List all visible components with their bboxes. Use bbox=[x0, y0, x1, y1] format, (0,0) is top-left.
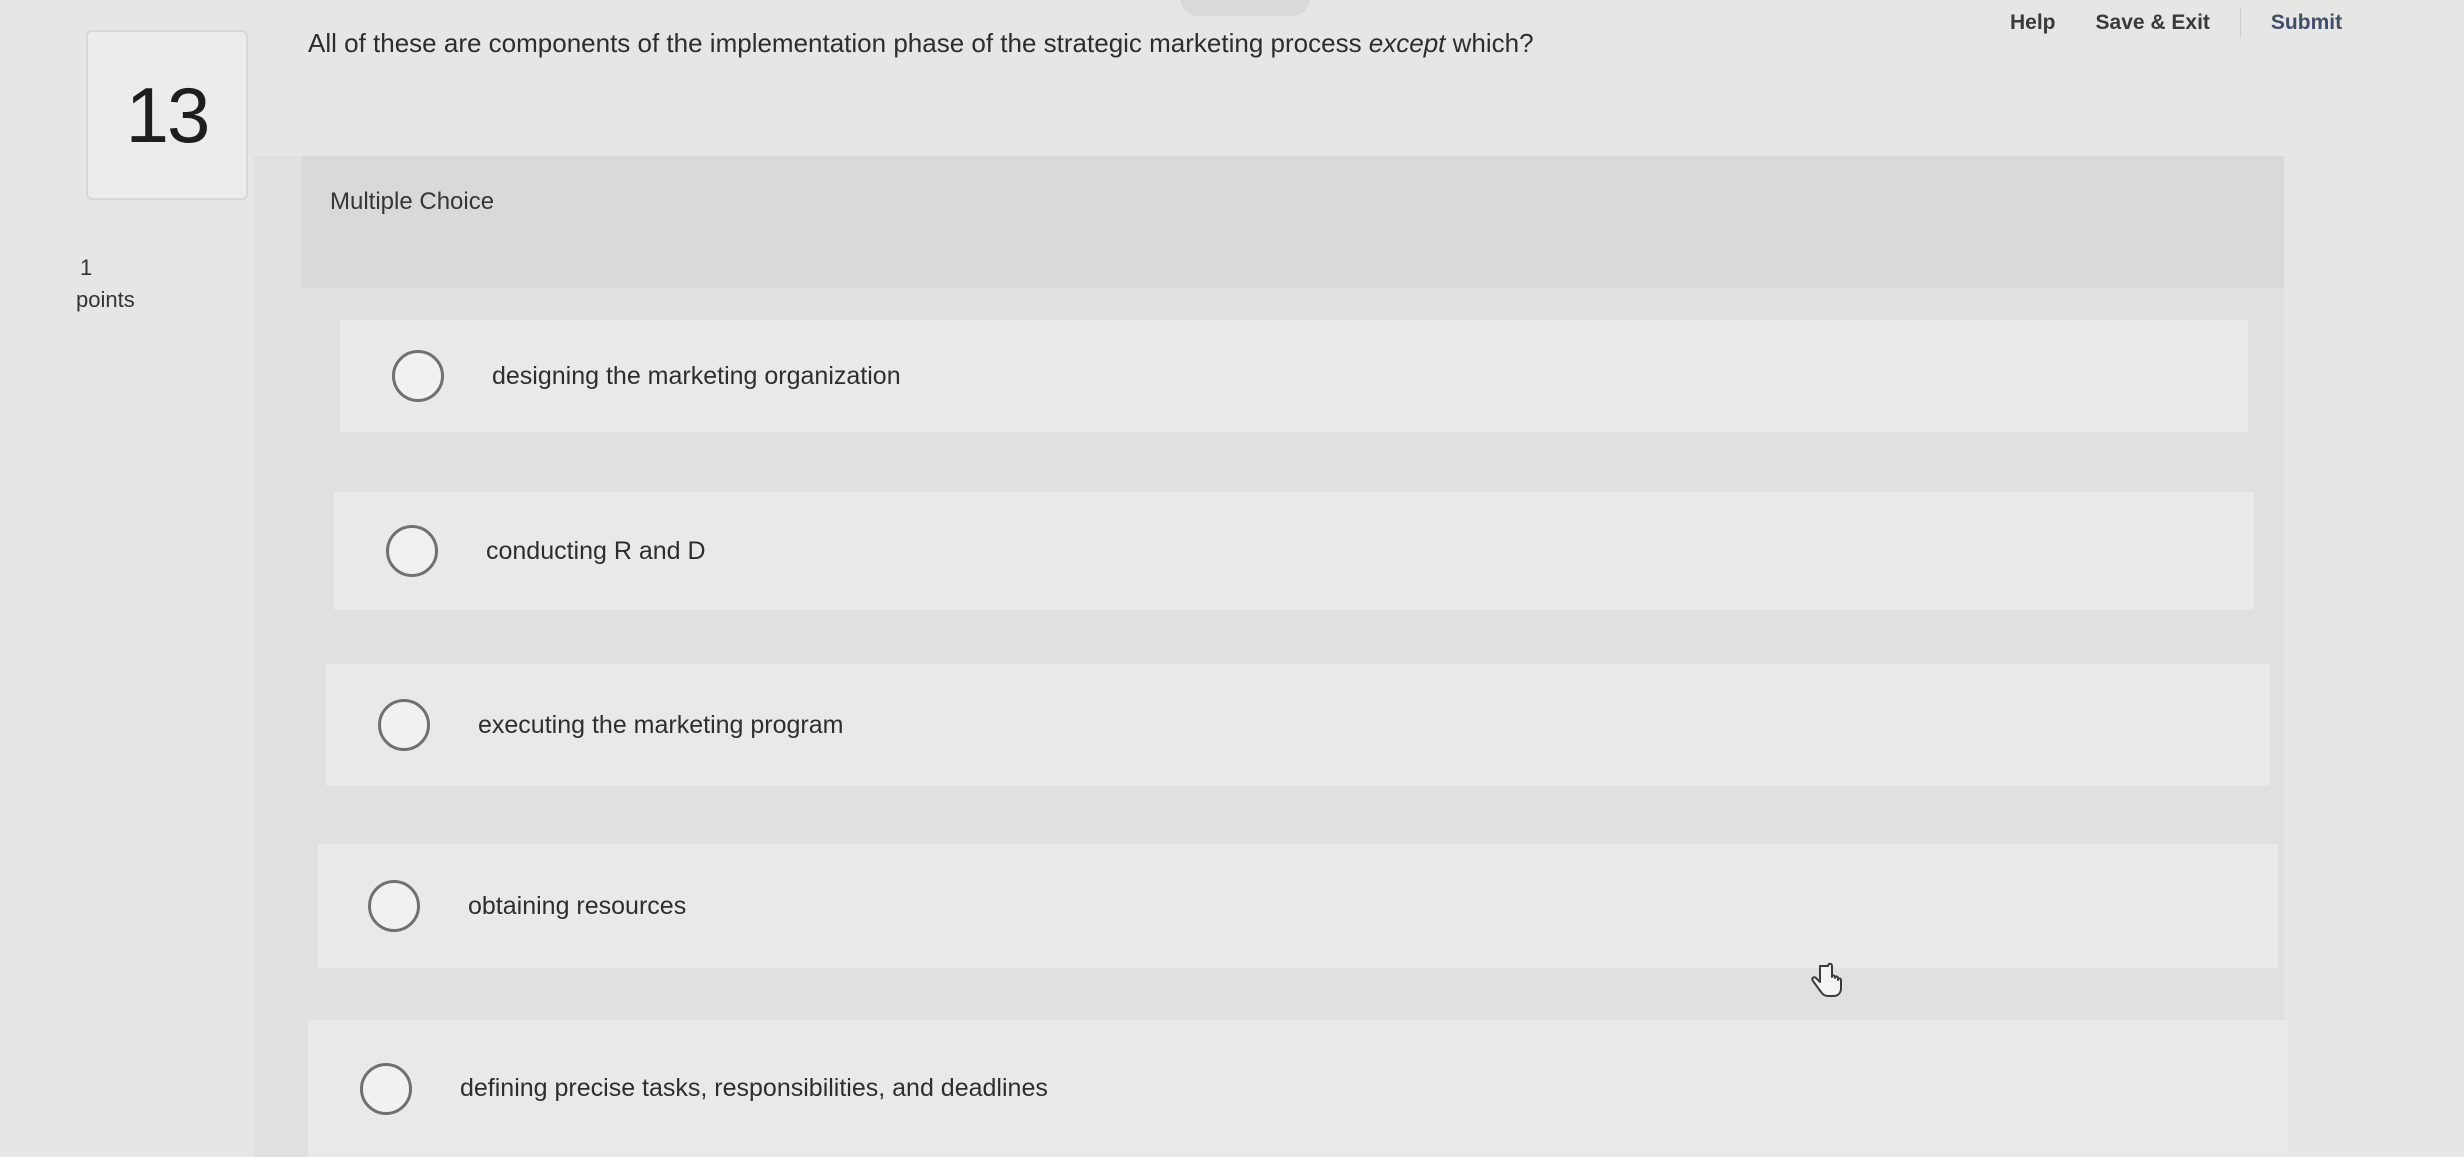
points-value: 1 bbox=[80, 255, 93, 280]
option-label: executing the marketing program bbox=[478, 710, 844, 739]
answer-option-5[interactable]: defining precise tasks, responsibilities… bbox=[308, 1020, 2288, 1157]
save-exit-link[interactable]: Save & Exit bbox=[2076, 8, 2241, 38]
multiple-choice-panel bbox=[254, 156, 2284, 1157]
question-text-emphasis: except bbox=[1368, 28, 1446, 58]
hand-pointer-icon bbox=[1811, 962, 1842, 997]
answer-option-3[interactable]: executing the marketing program bbox=[326, 664, 2270, 786]
option-label: conducting R and D bbox=[486, 536, 706, 565]
question-prompt: All of these are components of the imple… bbox=[308, 28, 1534, 59]
answer-option-1[interactable]: designing the marketing organization bbox=[340, 320, 2248, 432]
points-label: points bbox=[76, 287, 135, 312]
radio-unselected-icon[interactable] bbox=[386, 525, 438, 577]
answer-option-2[interactable]: conducting R and D bbox=[334, 492, 2254, 610]
radio-unselected-icon[interactable] bbox=[368, 880, 420, 932]
points-info: 1 points bbox=[76, 252, 135, 316]
option-label: designing the marketing organization bbox=[492, 361, 901, 390]
radio-unselected-icon[interactable] bbox=[378, 699, 430, 751]
top-tab-handle bbox=[1180, 0, 1310, 16]
question-text-before: All of these are components of the imple… bbox=[308, 28, 1369, 58]
option-label: obtaining resources bbox=[468, 891, 687, 920]
help-link[interactable]: Help bbox=[2010, 8, 2076, 38]
multiple-choice-header bbox=[302, 156, 2284, 288]
answer-option-4[interactable]: obtaining resources bbox=[318, 844, 2278, 968]
question-type-label: Multiple Choice bbox=[330, 188, 495, 215]
submit-link[interactable]: Submit bbox=[2241, 8, 2362, 38]
question-text-after: which? bbox=[1445, 28, 1534, 58]
header-nav: Help Save & Exit Submit bbox=[2010, 8, 2362, 38]
radio-unselected-icon[interactable] bbox=[360, 1062, 412, 1115]
radio-unselected-icon[interactable] bbox=[392, 350, 444, 402]
question-number-box: 13 bbox=[86, 30, 248, 200]
option-label: defining precise tasks, responsibilities… bbox=[460, 1074, 1048, 1102]
question-number: 13 bbox=[125, 70, 211, 159]
